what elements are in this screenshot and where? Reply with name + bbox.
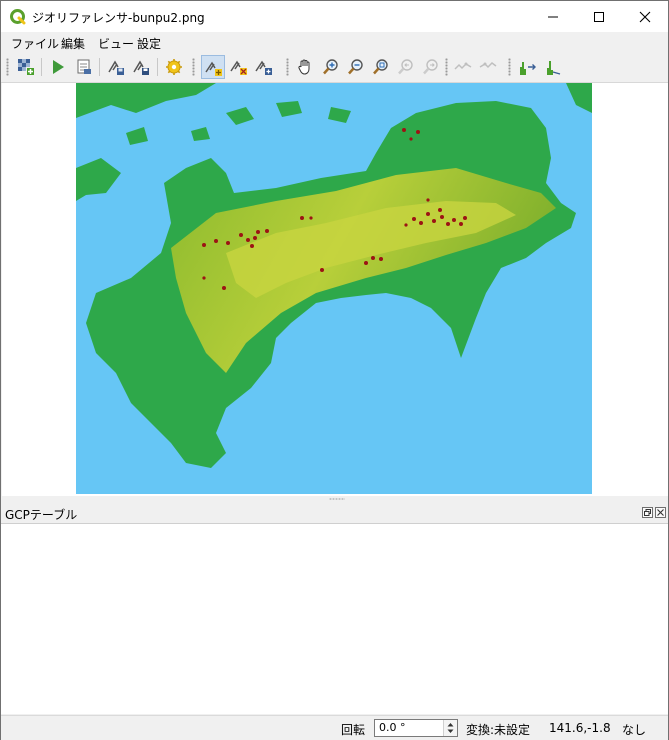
rotation-spinbox[interactable]: 0.0 ° — [374, 719, 458, 737]
open-raster-button[interactable] — [14, 55, 38, 79]
spin-up-down-icon[interactable] — [444, 720, 457, 736]
status-bar: 回転 0.0 ° 変換:未設定 141.6,-1.8 なし — [1, 715, 668, 740]
rotation-label: 回転 — [341, 723, 366, 737]
close-button[interactable] — [622, 1, 668, 32]
save-gcp-points-icon — [133, 60, 149, 75]
toolbar-grip[interactable] — [508, 58, 511, 76]
minimize-icon — [548, 16, 558, 18]
menu-bar: ファイル 編集 ビュー 設定 — [1, 32, 668, 52]
splitter-handle[interactable] — [329, 498, 345, 500]
toolbar-separator — [41, 58, 42, 76]
gcp-table[interactable] — [1, 524, 668, 714]
move-gcp-point-button[interactable] — [252, 55, 276, 79]
add-point-icon — [205, 61, 222, 76]
toolbar-grip[interactable] — [286, 58, 289, 76]
gcp-panel-title: GCPテーブル — [5, 508, 78, 522]
maximize-button[interactable] — [576, 1, 622, 32]
move-gcp-point-icon — [255, 60, 272, 75]
full-histogram-stretch-icon — [520, 62, 536, 75]
delete-point-button[interactable] — [227, 55, 251, 79]
float-panel-button[interactable] — [642, 507, 653, 518]
zoom-next-icon — [423, 59, 438, 75]
qgis-logo-icon — [10, 9, 26, 25]
transformation-settings-icon — [166, 59, 182, 75]
menu-settings[interactable]: 設定 — [137, 35, 161, 52]
load-gcp-points-icon — [108, 60, 124, 75]
delete-point-icon — [230, 60, 247, 75]
maximize-icon — [594, 12, 604, 22]
zoom-in-button[interactable] — [319, 55, 343, 79]
local-histogram-stretch-button[interactable] — [541, 55, 565, 79]
link-qgis-button[interactable] — [476, 55, 500, 79]
zoom-out-icon — [348, 59, 363, 75]
zoom-in-icon — [323, 59, 338, 75]
georeferencer-window: ジオリファレンサ-bunpu2.png ファイル 編集 ビュー 設定 GCPテー… — [0, 0, 669, 740]
transform-status: 変換:未設定 — [466, 723, 531, 737]
minimize-button[interactable] — [530, 1, 576, 32]
generate-gdal-script-icon — [77, 59, 91, 74]
window-title: ジオリファレンサ-bunpu2.png — [32, 11, 205, 25]
zoom-last-icon — [398, 59, 413, 75]
title-bar: ジオリファレンサ-bunpu2.png — [1, 1, 668, 32]
zoom-out-button[interactable] — [344, 55, 368, 79]
zoom-to-layer-icon — [373, 59, 388, 75]
toolbar-separator — [157, 58, 158, 76]
gcp-panel-header: GCPテーブル — [1, 503, 668, 524]
link-georeferencer-icon — [454, 62, 472, 70]
toolbar-grip[interactable] — [445, 58, 448, 76]
panel-splitter[interactable] — [1, 496, 668, 502]
open-raster-icon — [18, 59, 34, 75]
save-gcp-points-button[interactable] — [129, 55, 153, 79]
full-histogram-stretch-button[interactable] — [515, 55, 539, 79]
rotation-value[interactable]: 0.0 ° — [379, 721, 406, 734]
raster-map-image[interactable] — [76, 83, 592, 494]
transformation-settings-button[interactable] — [162, 55, 186, 79]
toolbar-separator — [99, 58, 100, 76]
crs-readout: なし — [622, 723, 647, 737]
local-histogram-stretch-icon — [547, 61, 561, 75]
menu-file[interactable]: ファイル — [11, 35, 59, 52]
load-gcp-points-button[interactable] — [104, 55, 128, 79]
toolbar-grip[interactable] — [192, 58, 195, 76]
close-icon — [657, 509, 664, 516]
start-georeferencing-button[interactable] — [46, 55, 70, 79]
menu-edit[interactable]: 編集 — [61, 35, 85, 52]
close-icon — [639, 11, 651, 23]
menu-view[interactable]: ビュー — [98, 35, 134, 52]
link-qgis-icon — [479, 62, 497, 69]
pan-icon — [298, 59, 310, 75]
zoom-next-button[interactable] — [419, 55, 443, 79]
start-georeferencing-icon — [53, 60, 64, 74]
toolbar — [1, 52, 668, 83]
pan-button[interactable] — [293, 55, 317, 79]
close-panel-button[interactable] — [655, 507, 666, 518]
add-point-button[interactable] — [201, 55, 225, 79]
georeferencer-canvas[interactable] — [2, 83, 668, 496]
toolbar-grip[interactable] — [6, 58, 9, 76]
link-georeferencer-button[interactable] — [451, 55, 475, 79]
coordinates-readout: 141.6,-1.8 — [549, 721, 611, 735]
generate-gdal-script-button[interactable] — [72, 55, 96, 79]
zoom-last-button[interactable] — [394, 55, 418, 79]
float-icon — [644, 509, 651, 516]
spin-arrows[interactable] — [443, 720, 457, 736]
zoom-to-layer-button[interactable] — [369, 55, 393, 79]
